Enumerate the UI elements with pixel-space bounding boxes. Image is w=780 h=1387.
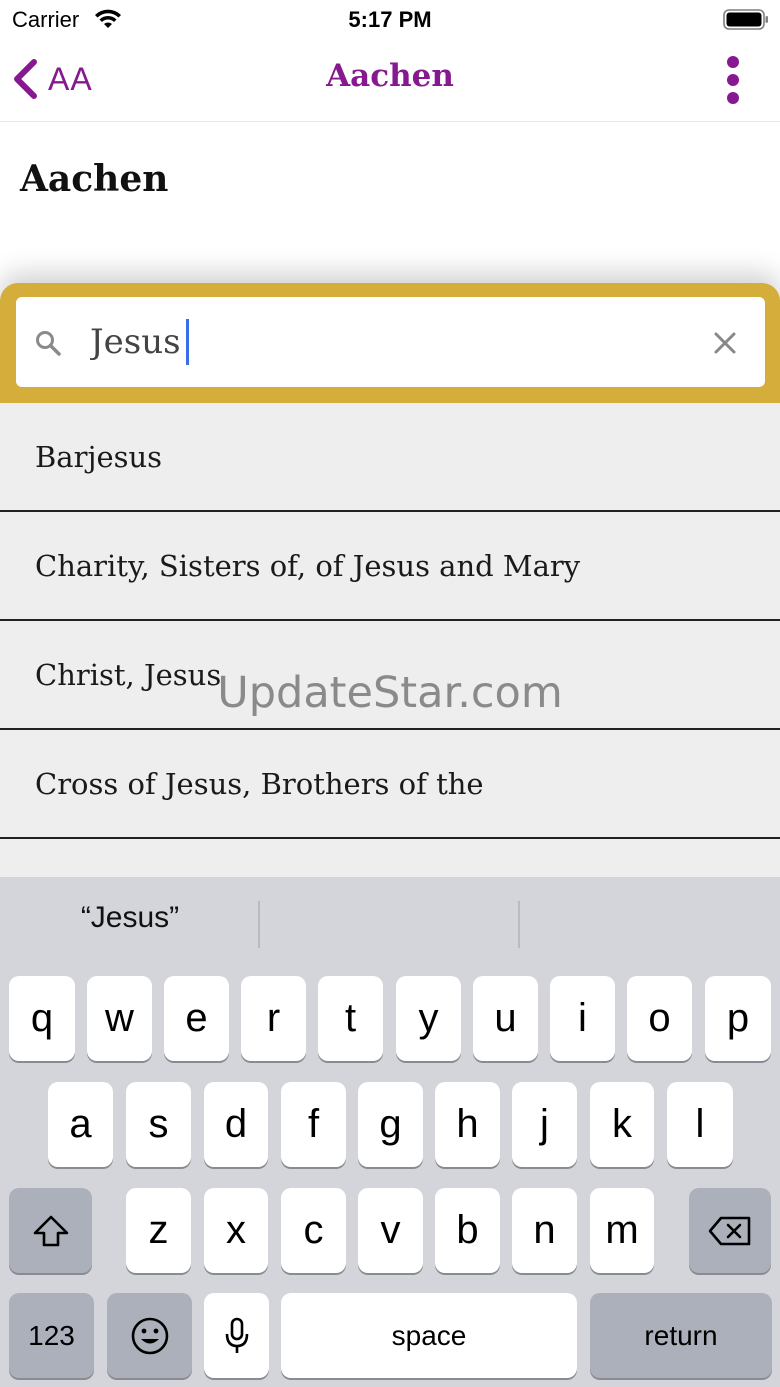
suggestion-divider bbox=[518, 901, 520, 948]
key-n[interactable]: n bbox=[512, 1188, 577, 1273]
list-item-label: Barjesus bbox=[35, 439, 163, 474]
key-u[interactable]: u bbox=[473, 976, 538, 1061]
key-a[interactable]: a bbox=[48, 1082, 113, 1167]
numbers-key[interactable]: 123 bbox=[9, 1293, 94, 1378]
key-d[interactable]: d bbox=[204, 1082, 268, 1167]
delete-key[interactable] bbox=[689, 1188, 771, 1273]
search-box[interactable] bbox=[16, 297, 765, 387]
key-o[interactable]: o bbox=[627, 976, 692, 1061]
key-i[interactable]: i bbox=[550, 976, 615, 1061]
key-e[interactable]: e bbox=[164, 976, 229, 1061]
status-time: 5:17 PM bbox=[348, 7, 432, 32]
key-p[interactable]: p bbox=[705, 976, 771, 1061]
key-q[interactable]: q bbox=[9, 976, 75, 1061]
suggestion-item[interactable]: “Jesus” bbox=[0, 901, 260, 935]
list-item[interactable]: Barjesus bbox=[0, 403, 780, 512]
suggestion-divider bbox=[258, 901, 260, 948]
microphone-key[interactable] bbox=[204, 1293, 269, 1378]
search-results-list: Barjesus Charity, Sisters of, of Jesus a… bbox=[0, 403, 780, 877]
battery-full-icon bbox=[723, 9, 768, 30]
key-s[interactable]: s bbox=[126, 1082, 191, 1167]
status-bar: Carrier 5:17 PM bbox=[0, 0, 780, 40]
shift-icon bbox=[33, 1215, 68, 1246]
list-item[interactable]: Christ, Jesus bbox=[0, 621, 780, 730]
key-v[interactable]: v bbox=[358, 1188, 423, 1273]
list-item[interactable]: Charity, Sisters of, of Jesus and Mary bbox=[0, 512, 780, 621]
more-options-button[interactable] bbox=[718, 54, 748, 106]
key-z[interactable]: z bbox=[126, 1188, 191, 1273]
list-item[interactable]: Cross of Jesus, Brothers of the bbox=[0, 730, 780, 839]
nav-title: Aachen bbox=[326, 58, 454, 94]
key-c[interactable]: c bbox=[281, 1188, 346, 1273]
backspace-icon bbox=[708, 1216, 751, 1245]
microphone-icon bbox=[225, 1317, 248, 1353]
list-item-label: Cross of Jesus, Brothers of the bbox=[35, 766, 484, 801]
text-caret bbox=[186, 319, 189, 365]
space-key[interactable]: space bbox=[281, 1293, 577, 1378]
close-icon[interactable] bbox=[711, 329, 739, 357]
key-f[interactable]: f bbox=[281, 1082, 346, 1167]
key-k[interactable]: k bbox=[590, 1082, 654, 1167]
key-h[interactable]: h bbox=[435, 1082, 500, 1167]
key-b[interactable]: b bbox=[435, 1188, 500, 1273]
return-key[interactable]: return bbox=[590, 1293, 772, 1378]
key-j[interactable]: j bbox=[512, 1082, 577, 1167]
navigation-bar: AA Aachen bbox=[0, 40, 780, 122]
search-icon bbox=[36, 331, 61, 356]
page-title: Aachen bbox=[20, 158, 169, 200]
key-x[interactable]: x bbox=[204, 1188, 268, 1273]
search-panel bbox=[0, 283, 780, 403]
suggestion-bar: “Jesus” bbox=[0, 877, 780, 972]
keyboard: “Jesus” q w e r t y u i o p a s d f g h … bbox=[0, 877, 780, 1387]
shift-key[interactable] bbox=[9, 1188, 92, 1273]
key-w[interactable]: w bbox=[87, 976, 152, 1061]
key-r[interactable]: r bbox=[241, 976, 306, 1061]
list-item-label: Christ, Jesus bbox=[35, 657, 222, 692]
search-input[interactable] bbox=[86, 315, 690, 369]
emoji-icon bbox=[131, 1317, 168, 1354]
key-t[interactable]: t bbox=[318, 976, 383, 1061]
emoji-key[interactable] bbox=[107, 1293, 192, 1378]
list-item-label: Charity, Sisters of, of Jesus and Mary bbox=[35, 548, 581, 583]
key-m[interactable]: m bbox=[590, 1188, 654, 1273]
key-l[interactable]: l bbox=[667, 1082, 733, 1167]
key-g[interactable]: g bbox=[358, 1082, 423, 1167]
key-y[interactable]: y bbox=[396, 976, 461, 1061]
